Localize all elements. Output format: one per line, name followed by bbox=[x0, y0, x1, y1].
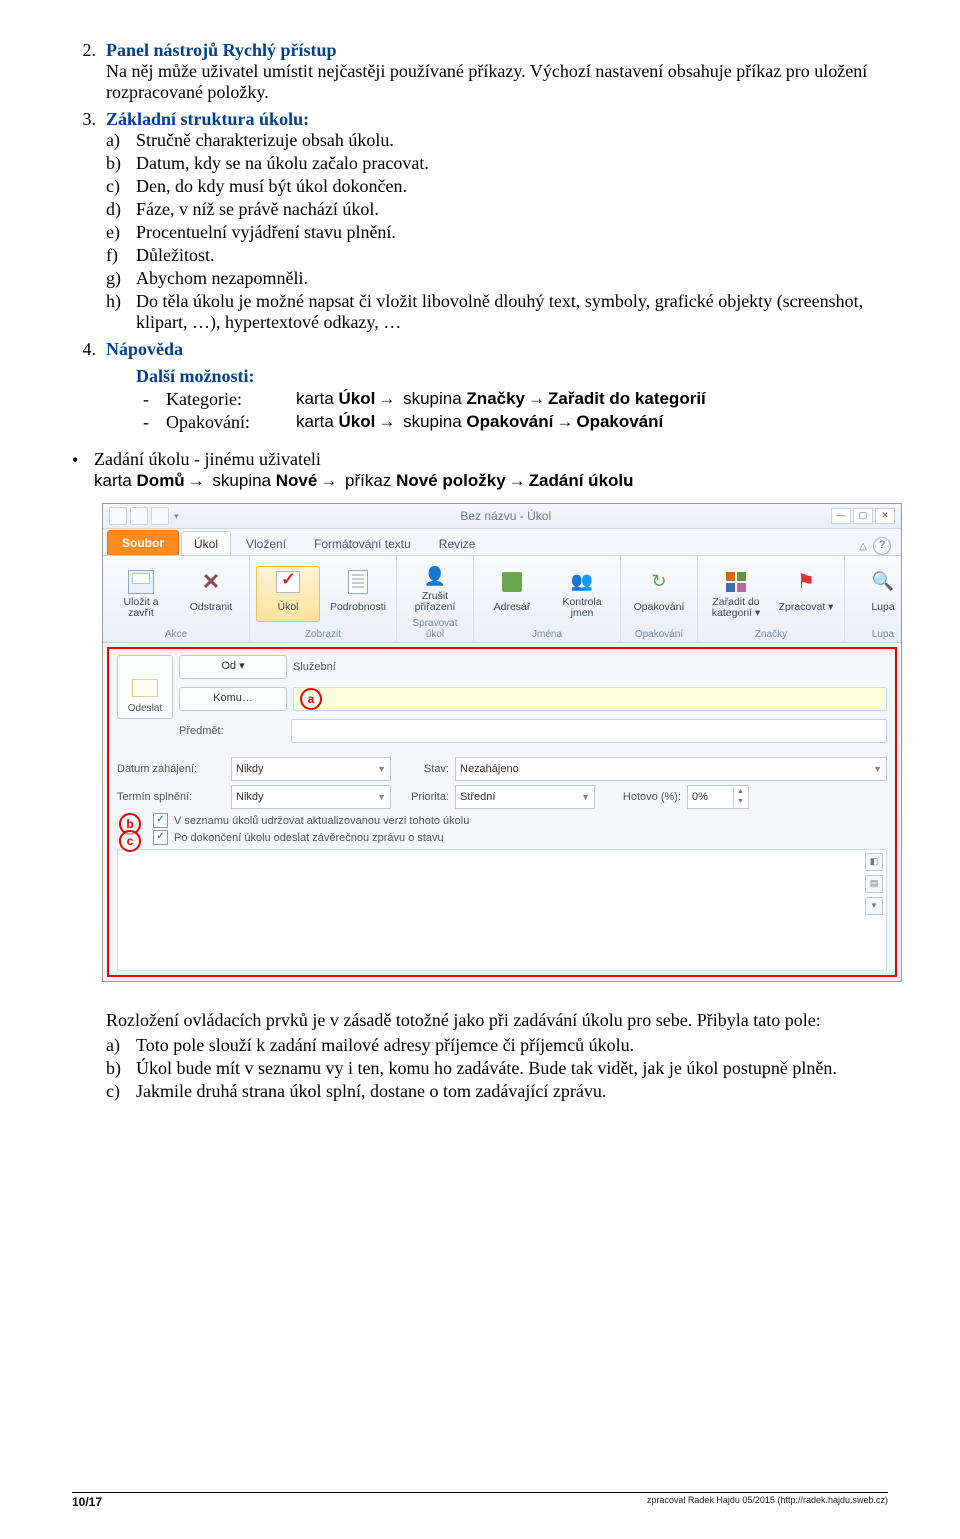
footer-source: zpracoval Radek Hajdu 05/2015 (http://ra… bbox=[647, 1495, 888, 1509]
outlook-window: ▾ Bez názvu - Úkol — ▢ ✕ Soubor Úkol Vlo… bbox=[102, 503, 902, 982]
chk2-label: Po dokončení úkolu odeslat závěrečnou zp… bbox=[174, 832, 444, 844]
zaradit-kategorii-button[interactable]: Zařadit do kategorií ▾ bbox=[704, 566, 768, 622]
item-3a: Stručně charakterizuje obsah úkolu. bbox=[136, 130, 394, 151]
item-3d: Fáze, v níž se právě nachází úkol. bbox=[136, 199, 379, 220]
after-a: Toto pole slouží k zadání mailové adresy… bbox=[136, 1035, 888, 1056]
predmet-label: Předmět: bbox=[179, 725, 285, 737]
dalsi-moznosti: Další možnosti: bbox=[136, 366, 888, 387]
group-spravovat-label: Spravovat úkol bbox=[403, 616, 467, 640]
splneni-combo[interactable]: Nikdy▼ bbox=[231, 785, 391, 809]
page-number: 10/17 bbox=[72, 1495, 102, 1509]
chk-zprava[interactable]: ✓ bbox=[153, 830, 168, 845]
group-zobrazit-label: Zobrazit bbox=[256, 627, 390, 640]
group-znacky-label: Značky bbox=[704, 627, 838, 640]
splneni-label: Termín splnění: bbox=[117, 791, 225, 803]
kategorie-label: Kategorie: bbox=[166, 389, 286, 410]
heading-struktura: Základní struktura úkolu: bbox=[106, 109, 309, 130]
zahajeni-combo[interactable]: Nikdy▼ bbox=[231, 757, 391, 781]
priorita-label: Priorita: bbox=[397, 791, 449, 803]
send-button[interactable]: Odeslat bbox=[117, 655, 173, 719]
group-lupa-label: Lupa bbox=[851, 627, 915, 640]
komu-input[interactable]: a bbox=[293, 687, 887, 711]
opakovani-label: Opakování: bbox=[166, 412, 286, 433]
sec2-para: Na něj může uživatel umístit nejčastěji … bbox=[106, 61, 888, 103]
after-b: Úkol bude mít v seznamu vy i ten, komu h… bbox=[136, 1058, 888, 1079]
qat-more-icon[interactable]: ▾ bbox=[172, 511, 181, 522]
group-jmena-label: Jména bbox=[480, 627, 614, 640]
maximize-button[interactable]: ▢ bbox=[853, 508, 873, 524]
group-akce-label: Akce bbox=[109, 627, 243, 640]
item-3b: Datum, kdy se na úkolu začalo pracovat. bbox=[136, 153, 429, 174]
help-icon[interactable]: ? bbox=[873, 537, 891, 555]
minimize-button[interactable]: — bbox=[831, 508, 851, 524]
priorita-combo[interactable]: Střední▼ bbox=[455, 785, 595, 809]
ribbon-collapse-icon[interactable]: △ bbox=[859, 541, 867, 552]
kontrola-jmen-button[interactable]: 👥 Kontrola jmen bbox=[550, 566, 614, 622]
side-icon-1[interactable]: ◧ bbox=[865, 853, 883, 871]
podrobnosti-button[interactable]: Podrobnosti bbox=[326, 566, 390, 622]
item-3e: Procentuelní vyjádření stavu plnění. bbox=[136, 222, 396, 243]
chk1-label: V seznamu úkolů udržovat aktualizovanou … bbox=[174, 815, 469, 827]
tab-vlozeni[interactable]: Vložení bbox=[233, 531, 299, 555]
od-button[interactable]: Od ▾ bbox=[179, 655, 287, 679]
qat-undo-icon[interactable] bbox=[130, 507, 148, 525]
zadani-title: Zadání úkolu - jinému uživateli bbox=[94, 449, 321, 471]
zpracovat-button[interactable]: ⚑ Zpracovat ▾ bbox=[774, 566, 838, 622]
zahajeni-label: Datum zahájení: bbox=[117, 763, 225, 775]
item-3h: Do těla úkolu je možné napsat či vložit … bbox=[136, 291, 888, 333]
opakovani-path: karta Úkol→ skupina Opakování→Opakování bbox=[296, 412, 663, 433]
od-value: Služební bbox=[293, 661, 336, 673]
stav-combo[interactable]: Nezahájeno▼ bbox=[455, 757, 887, 781]
kategorie-path: karta Úkol→ skupina Značky→Zařadit do ka… bbox=[296, 389, 706, 410]
window-title: Bez názvu - Úkol bbox=[181, 509, 831, 523]
item-3f: Důležitost. bbox=[136, 245, 215, 266]
stav-label: Stav: bbox=[397, 763, 449, 775]
chk-aktualizovat[interactable]: ✓ bbox=[153, 813, 168, 828]
tab-soubor[interactable]: Soubor bbox=[107, 530, 179, 555]
group-opakovani-label: Opakování bbox=[627, 627, 691, 640]
tab-ukol[interactable]: Úkol bbox=[181, 531, 231, 555]
zadani-path: karta Domů→ skupina Nové→ příkaz Nové po… bbox=[94, 471, 888, 491]
heading-napoveda: Nápověda bbox=[106, 339, 183, 360]
close-button[interactable]: ✕ bbox=[875, 508, 895, 524]
qat-save-icon[interactable] bbox=[109, 507, 127, 525]
predmet-input[interactable] bbox=[291, 719, 887, 743]
hotovo-label: Hotovo (%): bbox=[601, 791, 681, 803]
side-icon-2[interactable]: ▤ bbox=[865, 875, 883, 893]
tab-formatovani[interactable]: Formátování textu bbox=[301, 531, 424, 555]
heading-panel: Panel nástrojů Rychlý přístup bbox=[106, 40, 337, 61]
komu-button[interactable]: Komu… bbox=[179, 687, 287, 711]
body-textarea[interactable]: ◧ ▤ ▾ bbox=[117, 849, 887, 971]
after-p1: Rozložení ovládacích prvků je v zásadě t… bbox=[106, 1010, 888, 1031]
zrusit-prirazeni-button[interactable]: 👤 Zrušit přiřazení bbox=[403, 560, 467, 616]
hotovo-spinner[interactable]: 0%▲▼ bbox=[687, 785, 749, 809]
callout-c: c bbox=[119, 830, 141, 852]
envelope-icon bbox=[132, 679, 158, 697]
ukol-button[interactable]: Úkol bbox=[256, 566, 320, 622]
opakovani-button[interactable]: ↻ Opakování bbox=[627, 566, 691, 622]
qat-redo-icon[interactable] bbox=[151, 507, 169, 525]
save-close-button[interactable]: Uložit a zavřít bbox=[109, 566, 173, 622]
delete-button[interactable]: ✕ Odstranit bbox=[179, 566, 243, 622]
callout-a: a bbox=[300, 688, 322, 710]
item-3g: Abychom nezapomněli. bbox=[136, 268, 308, 289]
lupa-button[interactable]: 🔍 Lupa bbox=[851, 566, 915, 622]
side-icon-3[interactable]: ▾ bbox=[865, 897, 883, 915]
adresar-button[interactable]: Adresář bbox=[480, 566, 544, 622]
tab-revize[interactable]: Revize bbox=[426, 531, 489, 555]
after-c: Jakmile druhá strana úkol splní, dostane… bbox=[136, 1081, 888, 1102]
item-3c: Den, do kdy musí být úkol dokončen. bbox=[136, 176, 407, 197]
